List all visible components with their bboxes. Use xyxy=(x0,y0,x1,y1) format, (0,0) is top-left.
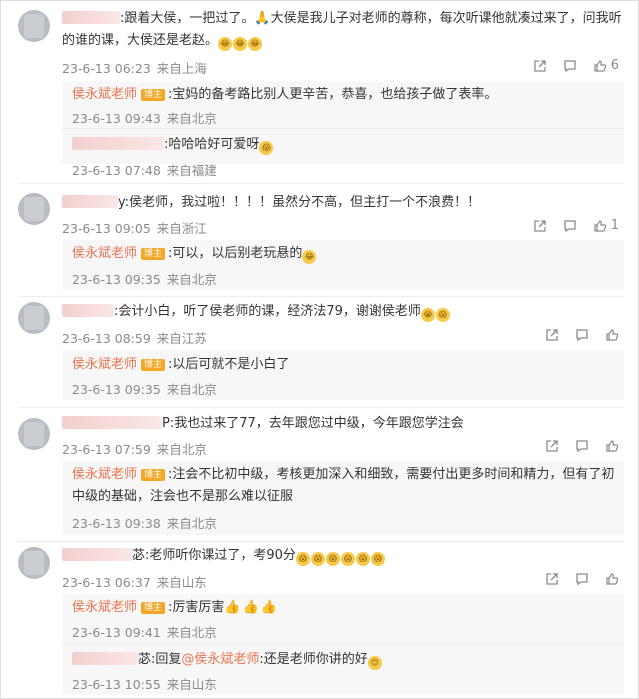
comment-icon[interactable] xyxy=(575,439,589,453)
thumbs-up-icon xyxy=(594,59,606,72)
reply-text: 侯永斌老师 博主:以后可就不是小白了 xyxy=(72,357,290,372)
comment-divider xyxy=(18,183,624,184)
share-icon[interactable] xyxy=(545,572,559,586)
reply-text: 侯永斌老师 博主:注会不比初中级，考核更加深入和细致，需要付出更多时间和精力，但有… xyxy=(72,467,615,504)
like-button[interactable] xyxy=(605,439,619,453)
like-button[interactable] xyxy=(605,572,619,586)
blogger-badge: 博主 xyxy=(141,359,166,371)
reply-divider xyxy=(62,644,624,645)
share-icon[interactable] xyxy=(533,59,547,73)
comment-text: 苾:老师听你课过了，考90分 😱 😱 😱 😱 😱 😱 xyxy=(62,545,386,567)
emoji-scared: 😱 xyxy=(259,141,274,155)
author-name[interactable]: 侯永斌老师 xyxy=(72,357,137,372)
avatar[interactable] xyxy=(18,193,50,225)
username-blurred[interactable] xyxy=(62,11,120,24)
author-name[interactable]: 侯永斌老师 xyxy=(72,467,137,482)
reply-meta: 23-6-13 10:55 来自山东 xyxy=(72,677,217,692)
reply-text: 苾:回复@侯永斌老师:还是老师你讲的好 😊 xyxy=(72,649,383,671)
comment-icon[interactable] xyxy=(575,572,589,586)
thumbs-up-icon xyxy=(606,440,619,452)
author-name[interactable]: 侯永斌老师 xyxy=(72,600,137,615)
comment-actions: 1 xyxy=(533,218,619,233)
username-blurred[interactable] xyxy=(62,548,132,561)
avatar[interactable] xyxy=(18,10,50,42)
reply-text: 侯永斌老师 博主:宝妈的备考路比别人更辛苦，恭喜，也给孩子做了表率。 xyxy=(72,87,498,102)
emoji-laugh: 😂 xyxy=(302,250,317,264)
reply-meta: 23-6-13 09:38 来自北京 xyxy=(72,516,217,531)
comment-meta: 23-6-13 06:23 来自上海 xyxy=(62,61,207,76)
emoji-smile: 😊 xyxy=(367,656,382,670)
comment-actions: 6 xyxy=(533,58,619,73)
avatar[interactable] xyxy=(18,418,50,450)
thumbs-up-icon xyxy=(606,573,619,585)
comment-text: P:我也过来了77，去年跟您过中级，今年跟您学注会 xyxy=(62,413,464,435)
username-blurred[interactable] xyxy=(72,137,164,150)
share-icon[interactable] xyxy=(545,439,559,453)
thumbs-up-icon xyxy=(606,329,619,341)
avatar[interactable] xyxy=(18,547,50,579)
comment-text: :会计小白，听了侯老师的课，经济法79，谢谢侯老师 😭 😱 xyxy=(62,301,451,323)
reply-divider xyxy=(62,128,624,129)
reply-meta: 23-6-13 09:43 来自北京 xyxy=(72,111,217,126)
emoji-cry: 😭 xyxy=(420,308,435,322)
like-button[interactable]: 6 xyxy=(593,58,619,73)
reply-text: :哈哈哈好可爱呀 😱 xyxy=(72,134,274,156)
comment-actions xyxy=(545,328,619,342)
reply-meta: 23-6-13 09:41 来自北京 xyxy=(72,625,217,640)
like-count: 1 xyxy=(610,218,619,233)
mention-link[interactable]: @侯永斌老师 xyxy=(181,652,259,667)
thumbs-up-icon xyxy=(594,219,606,232)
comment-meta: 23-6-13 06:37 来自山东 xyxy=(62,575,207,590)
blogger-badge: 博主 xyxy=(141,469,166,481)
comment-meta: 23-6-13 07:59 来自北京 xyxy=(62,442,207,457)
author-name[interactable]: 侯永斌老师 xyxy=(72,246,137,261)
like-count: 6 xyxy=(610,58,619,73)
comment-text: :跟着大侯，一把过了。🙏大侯是我儿子对老师的尊称，每次听课他就凑过来了，问我听的… xyxy=(62,8,622,52)
share-icon[interactable] xyxy=(545,328,559,342)
reply-text: 侯永斌老师 博主:厉害厉害👍 👍 👍 xyxy=(72,600,277,615)
share-icon[interactable] xyxy=(533,219,547,233)
reply-text: 侯永斌老师 博主:可以，以后别老玩悬的 😂 xyxy=(72,243,317,265)
emoji-laugh: 😂 😂 😂 xyxy=(218,33,263,51)
username-blurred[interactable] xyxy=(72,652,138,665)
thumbs-up-emoji-row: 👍 👍 👍 xyxy=(224,600,277,615)
comment-actions xyxy=(545,572,619,586)
comment-divider xyxy=(18,541,624,542)
comment-icon[interactable] xyxy=(575,328,589,342)
comment-icon[interactable] xyxy=(563,219,577,233)
emoji-row: 😱 😱 😱 😱 😱 😱 xyxy=(295,548,386,566)
blogger-badge: 博主 xyxy=(141,248,166,260)
comment-actions xyxy=(545,439,619,453)
avatar[interactable] xyxy=(18,302,50,334)
username-blurred[interactable] xyxy=(62,304,114,317)
blogger-badge: 博主 xyxy=(141,602,166,614)
author-name[interactable]: 侯永斌老师 xyxy=(72,87,137,102)
comment-divider xyxy=(18,296,624,297)
like-button[interactable] xyxy=(605,328,619,342)
username-blurred[interactable] xyxy=(62,195,118,208)
comment-text: y:侯老师，我过啦！！！！虽然分不高，但主打一个不浪费！！ xyxy=(62,192,480,214)
like-button[interactable]: 1 xyxy=(593,218,619,233)
comment-divider xyxy=(18,407,624,408)
comment-icon[interactable] xyxy=(563,59,577,73)
reply-meta: 23-6-13 09:35 来自北京 xyxy=(72,272,217,287)
username-blurred[interactable] xyxy=(62,416,162,429)
reply-meta: 23-6-13 09:35 来自北京 xyxy=(72,382,217,397)
comment-meta: 23-6-13 08:59 来自江苏 xyxy=(62,331,207,346)
emoji-scared: 😱 xyxy=(435,308,450,322)
reply-meta: 23-6-13 07:48 来自福建 xyxy=(72,163,217,178)
comment-meta: 23-6-13 09:05 来自浙江 xyxy=(62,221,207,236)
blogger-badge: 博主 xyxy=(141,89,166,101)
